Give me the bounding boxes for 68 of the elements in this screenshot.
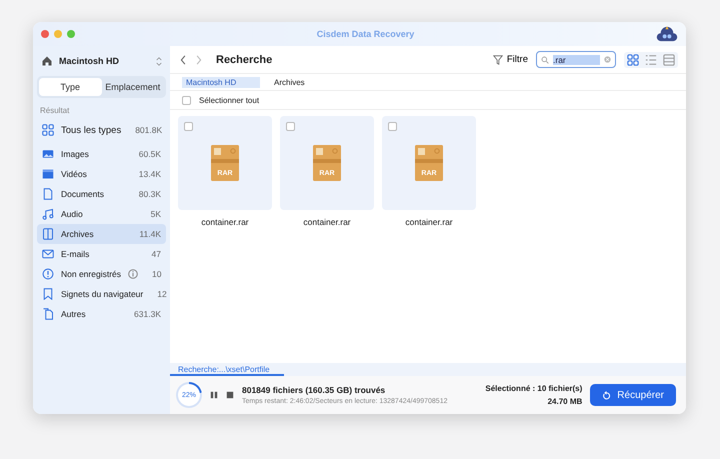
sidebar-item[interactable]: Signets du navigateur 12 bbox=[37, 284, 166, 304]
up-down-chevron-icon[interactable] bbox=[156, 56, 162, 66]
files-found-text: 801849 fichiers (160.35 GB) trouvés bbox=[242, 385, 386, 395]
recover-button[interactable]: Récupérer bbox=[590, 384, 676, 406]
checkbox[interactable] bbox=[388, 122, 397, 131]
filter-icon bbox=[492, 54, 503, 64]
scan-path: Recherche:...\xset\Portfile bbox=[178, 365, 270, 374]
sidebar-item[interactable]: E-mails 47 bbox=[37, 244, 166, 264]
sidebar-item[interactable]: Autres 631.3K bbox=[37, 304, 166, 324]
section-label: Résultat bbox=[39, 105, 70, 117]
search-field[interactable]: .rar bbox=[536, 51, 616, 68]
item-count: 10 bbox=[152, 269, 162, 279]
breadcrumb-item[interactable]: Macintosh HD bbox=[182, 76, 260, 88]
checkbox[interactable] bbox=[184, 122, 193, 131]
segment-tab[interactable]: Emplacement bbox=[102, 78, 164, 96]
minimize-window-icon[interactable] bbox=[54, 30, 62, 38]
selected-count-text: Sélectionné : 10 fichier(s) bbox=[485, 384, 582, 393]
exclamation-circle-icon bbox=[42, 268, 54, 280]
forward-icon[interactable] bbox=[195, 54, 202, 64]
file-name: container.rar bbox=[201, 217, 249, 227]
film-icon bbox=[42, 168, 54, 180]
checkbox[interactable] bbox=[182, 96, 191, 104]
search-icon bbox=[541, 56, 549, 64]
sidebar-item[interactable]: Vidéos 13.4K bbox=[37, 164, 166, 184]
item-count: 47 bbox=[152, 249, 161, 259]
sidebar-item[interactable]: Archives 11.4K bbox=[37, 224, 166, 244]
zoom-window-icon[interactable] bbox=[67, 30, 75, 38]
item-count: 13.4K bbox=[138, 169, 161, 179]
item-count: 11.4K bbox=[139, 229, 161, 239]
select-all-label[interactable]: Sélectionner tout bbox=[199, 96, 260, 104]
item-count: 631.3K bbox=[134, 309, 161, 319]
sidebar-item[interactable]: Images 60.5K bbox=[37, 144, 166, 164]
sidebar-item[interactable]: Non enregistrés 10 bbox=[37, 264, 166, 284]
files-icon bbox=[42, 308, 54, 320]
item-count: 801.8K bbox=[135, 125, 162, 135]
file-name: container.rar bbox=[405, 217, 453, 227]
archive-icon bbox=[42, 228, 54, 240]
stop-icon[interactable] bbox=[226, 391, 234, 399]
item-count: 12 bbox=[157, 289, 167, 299]
drive-selector[interactable]: Macintosh HD bbox=[59, 56, 150, 66]
clear-icon[interactable] bbox=[604, 56, 611, 63]
sidebar-item[interactable]: Documents 80.3K bbox=[37, 184, 166, 204]
grid-icon bbox=[42, 124, 54, 136]
file-name: container.rar bbox=[303, 217, 351, 227]
pause-icon[interactable] bbox=[210, 391, 218, 399]
item-count: 5K bbox=[150, 209, 161, 219]
segment-tab[interactable]: Type bbox=[39, 78, 102, 96]
checkbox[interactable] bbox=[286, 122, 295, 131]
document-icon bbox=[42, 188, 54, 200]
back-icon[interactable] bbox=[180, 54, 187, 64]
cloud-logo-icon bbox=[656, 25, 678, 43]
item-count: 60.5K bbox=[138, 149, 161, 159]
sidebar-item[interactable]: Tous les types 801.8K bbox=[37, 119, 166, 141]
info-icon[interactable] bbox=[128, 269, 138, 279]
refresh-arrow-icon bbox=[602, 390, 612, 400]
page-title: Recherche bbox=[216, 54, 272, 66]
music-note-icon bbox=[42, 208, 54, 220]
window-title: Cisdem Data Recovery bbox=[316, 29, 416, 39]
sidebar-item[interactable]: Audio 5K bbox=[37, 204, 166, 224]
selected-size-text: 24.70 MB bbox=[548, 397, 582, 406]
item-count: 80.3K bbox=[138, 189, 161, 199]
image-icon bbox=[42, 148, 54, 160]
close-window-icon[interactable] bbox=[41, 30, 49, 38]
breadcrumb-item[interactable]: Archives bbox=[270, 76, 348, 88]
bookmark-icon bbox=[42, 288, 54, 300]
envelope-icon bbox=[42, 248, 54, 260]
filter-button[interactable]: Filtre bbox=[492, 54, 528, 65]
house-icon bbox=[41, 55, 53, 67]
